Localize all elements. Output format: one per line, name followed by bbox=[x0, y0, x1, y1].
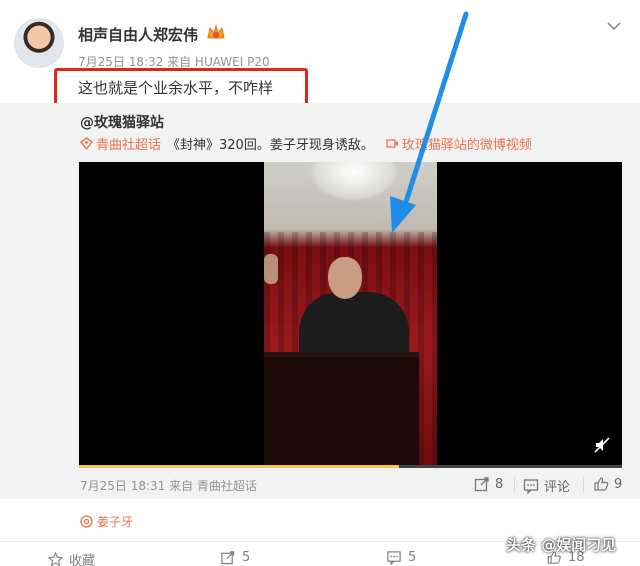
original-repost-button[interactable]: 8 bbox=[474, 476, 503, 492]
original-repost-count: 8 bbox=[495, 476, 504, 492]
video-progress-fill bbox=[79, 465, 399, 468]
vip-crown-icon bbox=[207, 24, 225, 39]
original-body: 《封神》320回。姜子牙现身诱敌。 bbox=[167, 138, 374, 153]
video-link[interactable]: 玫瑰猫驿站的微博视频 bbox=[402, 134, 532, 153]
favorite-label: 收藏 bbox=[69, 554, 96, 566]
video-frame bbox=[264, 162, 437, 467]
divider bbox=[514, 477, 515, 493]
thumbs-up-icon bbox=[594, 477, 609, 491]
divider bbox=[583, 477, 584, 493]
video-icon bbox=[386, 139, 398, 148]
original-author[interactable]: @玫瑰猫驿站 bbox=[80, 112, 164, 132]
avatar[interactable] bbox=[14, 18, 64, 68]
topic-link[interactable]: 青曲社超话 bbox=[96, 134, 161, 153]
star-icon bbox=[48, 552, 63, 566]
original-meta: 7月25日 18:31 来自 青曲社超话 bbox=[80, 479, 257, 493]
comment-count: 5 bbox=[408, 550, 417, 565]
comment-button[interactable]: 5 bbox=[386, 550, 416, 565]
comment-icon bbox=[387, 551, 401, 565]
chevron-down-icon[interactable] bbox=[606, 18, 622, 34]
mute-icon[interactable] bbox=[594, 437, 610, 453]
topic-tag-label: 姜子牙 bbox=[97, 515, 134, 529]
repost-count: 5 bbox=[242, 550, 251, 565]
original-comment-button[interactable]: 评论 bbox=[523, 476, 570, 495]
original-comment-label: 评论 bbox=[544, 480, 571, 495]
topic-tag-icon bbox=[80, 515, 93, 528]
original-like-count: 9 bbox=[614, 476, 623, 492]
video-player[interactable] bbox=[79, 162, 622, 467]
comment-icon bbox=[523, 478, 539, 494]
original-text: 青曲社超话 《封神》320回。姜子牙现身诱敌。 玫瑰猫驿站的微博视频 bbox=[80, 134, 532, 153]
repost-icon bbox=[221, 551, 235, 565]
repost-button[interactable]: 5 bbox=[220, 550, 250, 565]
favorite-button[interactable]: 收藏 bbox=[48, 550, 95, 566]
original-like-button[interactable]: 9 bbox=[593, 476, 622, 492]
watermark: 头条 @娱闻刁见 bbox=[506, 536, 617, 554]
topic-tag[interactable]: 姜子牙 bbox=[80, 513, 133, 530]
super-topic-icon bbox=[80, 137, 93, 150]
author-name[interactable]: 相声自由人郑宏伟 bbox=[78, 24, 198, 45]
repost-icon bbox=[474, 477, 489, 492]
post-text: 这也就是个业余水平，不咋样 bbox=[78, 79, 274, 97]
